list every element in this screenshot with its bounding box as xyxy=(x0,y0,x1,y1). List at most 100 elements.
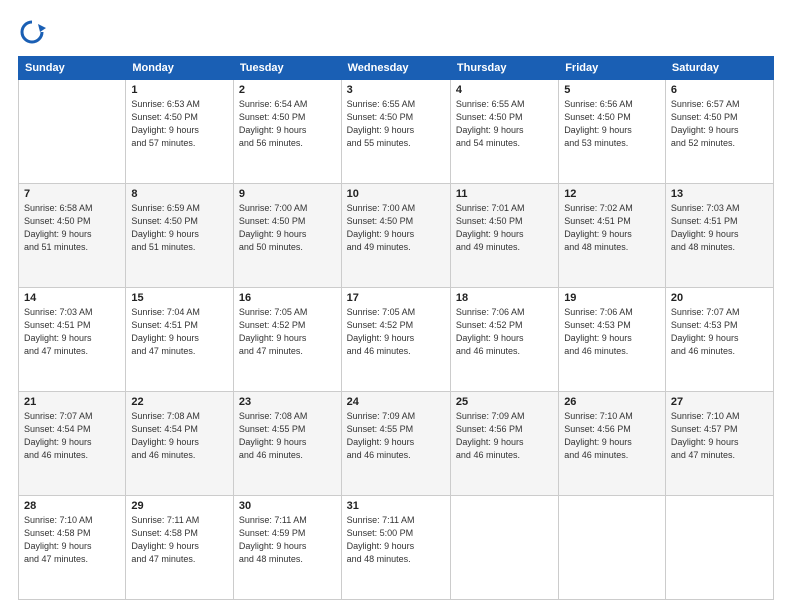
calendar-cell: 20 Sunrise: 7:07 AM Sunset: 4:53 PM Dayli… xyxy=(665,288,773,392)
day-info: Sunrise: 7:07 AM Sunset: 4:53 PM Dayligh… xyxy=(671,306,768,358)
calendar-cell: 11 Sunrise: 7:01 AM Sunset: 4:50 PM Dayli… xyxy=(450,184,558,288)
day-info: Sunrise: 6:57 AM Sunset: 4:50 PM Dayligh… xyxy=(671,98,768,150)
calendar-cell: 6 Sunrise: 6:57 AM Sunset: 4:50 PM Daylig… xyxy=(665,80,773,184)
calendar-cell: 12Sunrise: 7:02 AM Sunset: 4:51 PM Dayli… xyxy=(559,184,666,288)
calendar-cell: 31 Sunrise: 7:11 AM Sunset: 5:00 PM Dayli… xyxy=(341,496,450,600)
day-number: 11 xyxy=(456,188,553,200)
day-number: 31 xyxy=(347,500,445,512)
week-row-4: 21 Sunrise: 7:07 AM Sunset: 4:54 PM Dayli… xyxy=(19,392,774,496)
day-number: 22 xyxy=(131,396,228,408)
day-info: Sunrise: 7:00 AM Sunset: 4:50 PM Dayligh… xyxy=(239,202,336,254)
col-header-friday: Friday xyxy=(559,57,666,80)
calendar-cell: 13 Sunrise: 7:03 AM Sunset: 4:51 PM Dayli… xyxy=(665,184,773,288)
day-number: 4 xyxy=(456,84,553,96)
day-number: 9 xyxy=(239,188,336,200)
day-number: 6 xyxy=(671,84,768,96)
day-number: 2 xyxy=(239,84,336,96)
day-info: Sunrise: 7:01 AM Sunset: 4:50 PM Dayligh… xyxy=(456,202,553,254)
calendar-cell: 2 Sunrise: 6:54 AM Sunset: 4:50 PM Daylig… xyxy=(233,80,341,184)
calendar-cell: 27 Sunrise: 7:10 AM Sunset: 4:57 PM Dayli… xyxy=(665,392,773,496)
day-number: 23 xyxy=(239,396,336,408)
day-info: Sunrise: 6:58 AM Sunset: 4:50 PM Dayligh… xyxy=(24,202,120,254)
week-row-2: 7 Sunrise: 6:58 AM Sunset: 4:50 PM Daylig… xyxy=(19,184,774,288)
day-info: Sunrise: 7:07 AM Sunset: 4:54 PM Dayligh… xyxy=(24,410,120,462)
day-number: 10 xyxy=(347,188,445,200)
calendar-cell: 3Sunrise: 6:55 AM Sunset: 4:50 PM Daylig… xyxy=(341,80,450,184)
day-number: 16 xyxy=(239,292,336,304)
day-number: 24 xyxy=(347,396,445,408)
day-number: 30 xyxy=(239,500,336,512)
calendar-cell: 25 Sunrise: 7:09 AM Sunset: 4:56 PM Dayli… xyxy=(450,392,558,496)
calendar-cell xyxy=(665,496,773,600)
day-number: 14 xyxy=(24,292,120,304)
week-row-5: 28Sunrise: 7:10 AM Sunset: 4:58 PM Dayli… xyxy=(19,496,774,600)
col-header-tuesday: Tuesday xyxy=(233,57,341,80)
day-number: 27 xyxy=(671,396,768,408)
day-info: Sunrise: 6:59 AM Sunset: 4:50 PM Dayligh… xyxy=(131,202,228,254)
day-info: Sunrise: 6:55 AM Sunset: 4:50 PM Dayligh… xyxy=(456,98,553,150)
day-number: 25 xyxy=(456,396,553,408)
calendar-cell: 17 Sunrise: 7:05 AM Sunset: 4:52 PM Dayli… xyxy=(341,288,450,392)
day-number: 3 xyxy=(347,84,445,96)
calendar-cell: 4 Sunrise: 6:55 AM Sunset: 4:50 PM Daylig… xyxy=(450,80,558,184)
header xyxy=(18,18,774,46)
day-info: Sunrise: 7:05 AM Sunset: 4:52 PM Dayligh… xyxy=(239,306,336,358)
calendar-cell: 22 Sunrise: 7:08 AM Sunset: 4:54 PM Dayli… xyxy=(126,392,234,496)
calendar-cell: 1 Sunrise: 6:53 AM Sunset: 4:50 PM Daylig… xyxy=(126,80,234,184)
col-header-wednesday: Wednesday xyxy=(341,57,450,80)
day-info: Sunrise: 7:08 AM Sunset: 4:54 PM Dayligh… xyxy=(131,410,228,462)
col-header-monday: Monday xyxy=(126,57,234,80)
day-info: Sunrise: 7:10 AM Sunset: 4:56 PM Dayligh… xyxy=(564,410,660,462)
day-info: Sunrise: 6:56 AM Sunset: 4:50 PM Dayligh… xyxy=(564,98,660,150)
day-number: 26 xyxy=(564,396,660,408)
calendar-cell: 24 Sunrise: 7:09 AM Sunset: 4:55 PM Dayli… xyxy=(341,392,450,496)
day-info: Sunrise: 7:10 AM Sunset: 4:57 PM Dayligh… xyxy=(671,410,768,462)
col-header-sunday: Sunday xyxy=(19,57,126,80)
calendar-cell: 7 Sunrise: 6:58 AM Sunset: 4:50 PM Daylig… xyxy=(19,184,126,288)
day-info: Sunrise: 7:10 AM Sunset: 4:58 PM Dayligh… xyxy=(24,514,120,566)
day-info: Sunrise: 6:53 AM Sunset: 4:50 PM Dayligh… xyxy=(131,98,228,150)
calendar-cell: 26 Sunrise: 7:10 AM Sunset: 4:56 PM Dayli… xyxy=(559,392,666,496)
day-number: 17 xyxy=(347,292,445,304)
day-number: 19 xyxy=(564,292,660,304)
calendar-cell: 21 Sunrise: 7:07 AM Sunset: 4:54 PM Dayli… xyxy=(19,392,126,496)
day-info: Sunrise: 7:11 AM Sunset: 4:59 PM Dayligh… xyxy=(239,514,336,566)
day-info: Sunrise: 7:05 AM Sunset: 4:52 PM Dayligh… xyxy=(347,306,445,358)
day-info: Sunrise: 7:09 AM Sunset: 4:55 PM Dayligh… xyxy=(347,410,445,462)
day-info: Sunrise: 7:11 AM Sunset: 5:00 PM Dayligh… xyxy=(347,514,445,566)
day-number: 13 xyxy=(671,188,768,200)
calendar-cell: 29 Sunrise: 7:11 AM Sunset: 4:58 PM Dayli… xyxy=(126,496,234,600)
calendar-cell: 19 Sunrise: 7:06 AM Sunset: 4:53 PM Dayli… xyxy=(559,288,666,392)
calendar-cell: 16 Sunrise: 7:05 AM Sunset: 4:52 PM Dayli… xyxy=(233,288,341,392)
day-info: Sunrise: 7:11 AM Sunset: 4:58 PM Dayligh… xyxy=(131,514,228,566)
day-info: Sunrise: 7:06 AM Sunset: 4:52 PM Dayligh… xyxy=(456,306,553,358)
day-info: Sunrise: 7:09 AM Sunset: 4:56 PM Dayligh… xyxy=(456,410,553,462)
calendar-cell: 8 Sunrise: 6:59 AM Sunset: 4:50 PM Daylig… xyxy=(126,184,234,288)
logo-icon xyxy=(18,18,46,46)
calendar-cell xyxy=(19,80,126,184)
week-row-1: 1 Sunrise: 6:53 AM Sunset: 4:50 PM Daylig… xyxy=(19,80,774,184)
week-row-3: 14 Sunrise: 7:03 AM Sunset: 4:51 PM Dayli… xyxy=(19,288,774,392)
day-number: 1 xyxy=(131,84,228,96)
calendar-table: SundayMondayTuesdayWednesdayThursdayFrid… xyxy=(18,56,774,600)
day-number: 15 xyxy=(131,292,228,304)
day-info: Sunrise: 7:06 AM Sunset: 4:53 PM Dayligh… xyxy=(564,306,660,358)
calendar-cell: 28Sunrise: 7:10 AM Sunset: 4:58 PM Dayli… xyxy=(19,496,126,600)
day-number: 29 xyxy=(131,500,228,512)
calendar-cell: 15 Sunrise: 7:04 AM Sunset: 4:51 PM Dayli… xyxy=(126,288,234,392)
day-info: Sunrise: 7:04 AM Sunset: 4:51 PM Dayligh… xyxy=(131,306,228,358)
calendar-cell: 10Sunrise: 7:00 AM Sunset: 4:50 PM Dayli… xyxy=(341,184,450,288)
column-headers-row: SundayMondayTuesdayWednesdayThursdayFrid… xyxy=(19,57,774,80)
day-number: 8 xyxy=(131,188,228,200)
calendar-cell: 5Sunrise: 6:56 AM Sunset: 4:50 PM Daylig… xyxy=(559,80,666,184)
calendar-cell xyxy=(559,496,666,600)
day-info: Sunrise: 7:03 AM Sunset: 4:51 PM Dayligh… xyxy=(671,202,768,254)
calendar-cell: 14 Sunrise: 7:03 AM Sunset: 4:51 PM Dayli… xyxy=(19,288,126,392)
calendar-cell: 9 Sunrise: 7:00 AM Sunset: 4:50 PM Daylig… xyxy=(233,184,341,288)
day-info: Sunrise: 6:54 AM Sunset: 4:50 PM Dayligh… xyxy=(239,98,336,150)
day-info: Sunrise: 7:03 AM Sunset: 4:51 PM Dayligh… xyxy=(24,306,120,358)
day-number: 7 xyxy=(24,188,120,200)
day-number: 21 xyxy=(24,396,120,408)
day-number: 20 xyxy=(671,292,768,304)
day-info: Sunrise: 7:02 AM Sunset: 4:51 PM Dayligh… xyxy=(564,202,660,254)
